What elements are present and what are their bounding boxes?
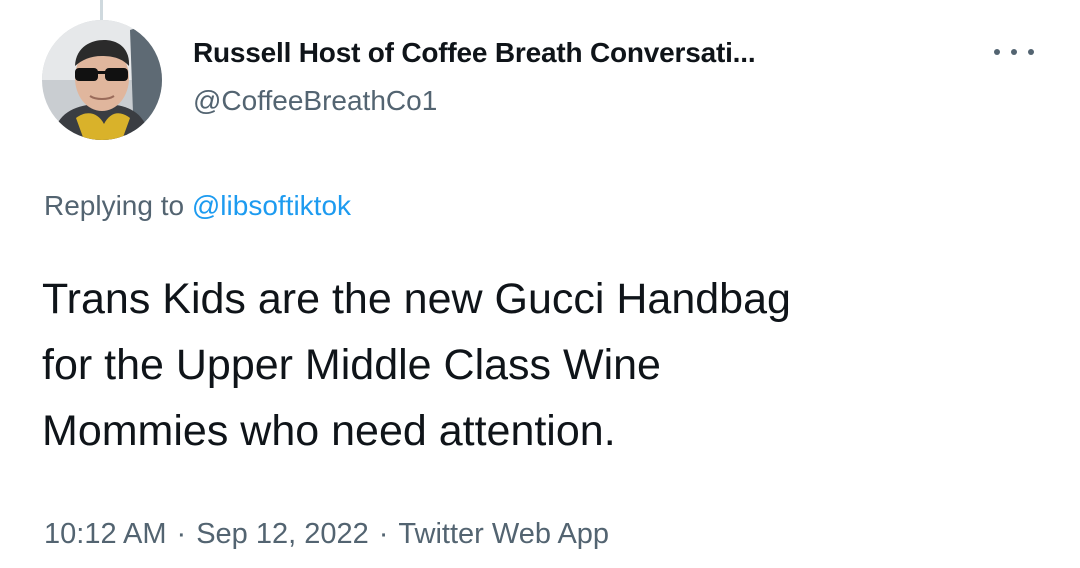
more-options-button[interactable] xyxy=(990,38,1038,66)
display-name[interactable]: Russell Host of Coffee Breath Conversati… xyxy=(193,34,756,72)
tweet-time[interactable]: 10:12 AM xyxy=(44,518,167,550)
tweet-text-line: for the Upper Middle Class Wine xyxy=(42,341,661,389)
tweet-text-line: Mommies who need attention. xyxy=(42,407,616,455)
reply-handle-link[interactable]: @libsoftiktok xyxy=(192,190,351,221)
tweet-metadata: 10:12 AM · Sep 12, 2022 · Twitter Web App xyxy=(44,514,609,554)
tweet-text-line: Trans Kids are the new Gucci Handbag xyxy=(42,275,791,323)
more-horizontal-icon-dot xyxy=(1028,49,1034,55)
replying-to-label: Replying to xyxy=(44,190,185,221)
meta-separator: · xyxy=(378,518,389,550)
tweet-card: Russell Host of Coffee Breath Conversati… xyxy=(0,0,1080,568)
thread-connector-line xyxy=(100,0,103,20)
tweet-source[interactable]: Twitter Web App xyxy=(398,518,609,550)
avatar[interactable] xyxy=(42,20,162,140)
meta-separator: · xyxy=(176,518,187,550)
tweet-text: Trans Kids are the new Gucci Handbag for… xyxy=(42,266,1062,464)
profile-photo-icon xyxy=(42,20,162,140)
tweet-date[interactable]: Sep 12, 2022 xyxy=(196,518,369,550)
user-handle[interactable]: @CoffeeBreathCo1 xyxy=(193,82,755,120)
more-horizontal-icon-dot xyxy=(1011,49,1017,55)
more-horizontal-icon xyxy=(994,49,1000,55)
replying-to: Replying to @libsoftiktok xyxy=(44,187,351,225)
tweet-header: Russell Host of Coffee Breath Conversati… xyxy=(193,34,756,120)
